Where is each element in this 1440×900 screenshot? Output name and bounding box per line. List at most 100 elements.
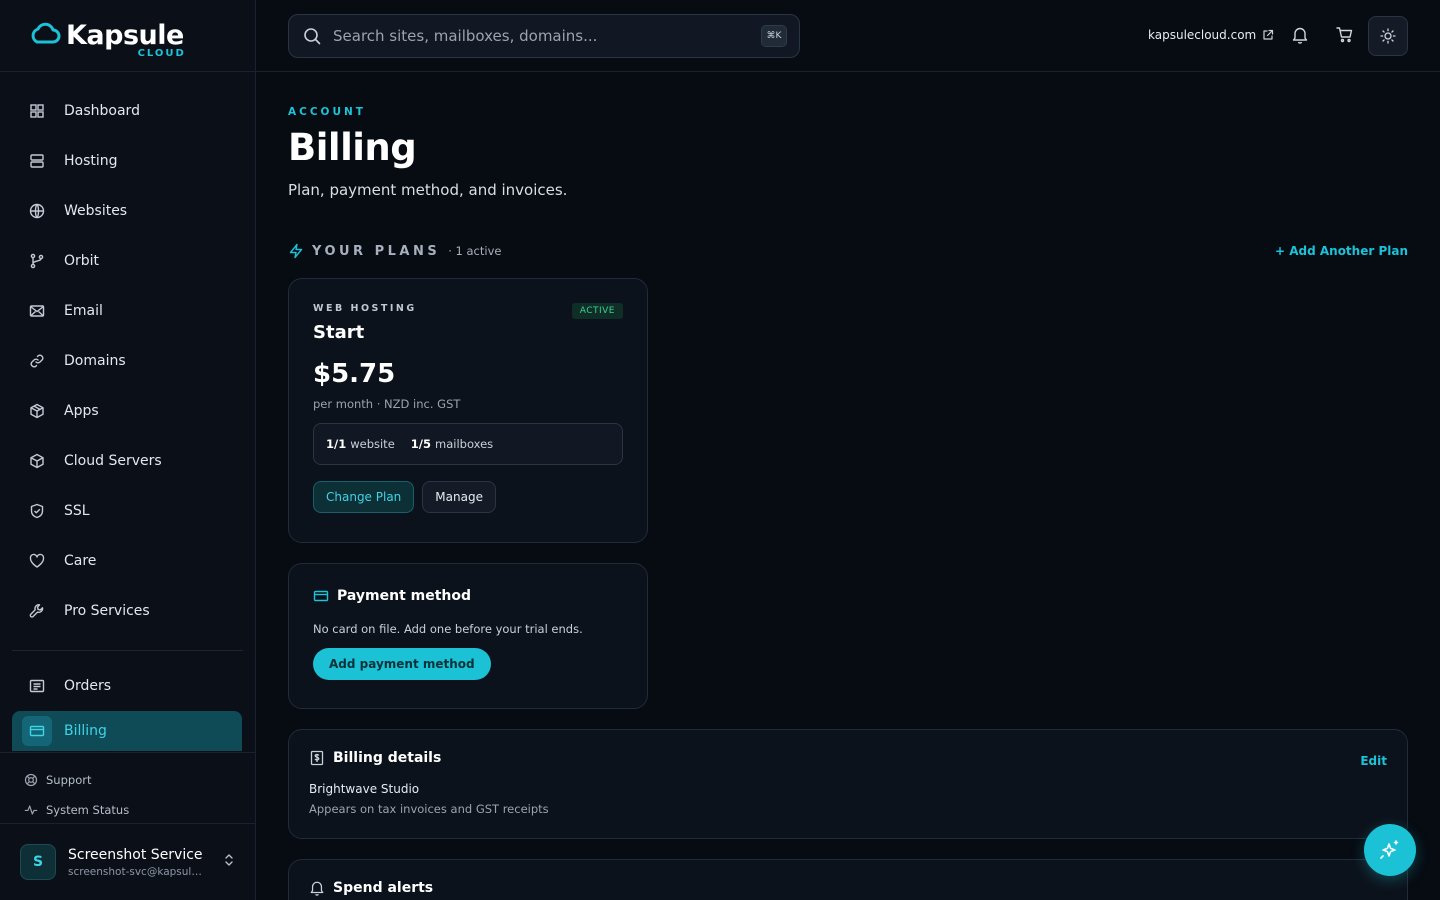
payment-method-title: Payment method <box>337 588 472 604</box>
grid-icon <box>28 102 46 120</box>
support-label: Support <box>46 773 92 787</box>
plans-title: YOUR PLANS <box>312 243 441 259</box>
usage-mailboxes-label: mailboxes <box>435 437 494 451</box>
avatar: S <box>20 844 56 880</box>
user-email: screenshot-svc@kapsulecl... <box>68 865 208 878</box>
sidebar-item-ssl[interactable]: SSL <box>0 486 255 536</box>
sidebar-item-pro-services[interactable]: Pro Services <box>0 586 255 636</box>
page-subtitle: Plan, payment method, and invoices. <box>288 181 568 199</box>
billing-details-header: Billing details <box>309 750 1387 766</box>
search-icon <box>303 27 321 45</box>
user-name: Screenshot Service <box>68 846 203 863</box>
page-eyebrow: ACCOUNT <box>288 106 366 118</box>
plan-usage: 1/1 website 1/5 mailboxes <box>313 423 623 465</box>
credit-card-icon <box>22 716 52 746</box>
package-icon <box>28 402 46 420</box>
sidebar-item-label: Care <box>64 553 97 569</box>
git-branch-icon <box>28 252 46 270</box>
sun-icon <box>1380 28 1396 44</box>
cart-icon[interactable] <box>1336 26 1353 43</box>
company-name: Brightwave Studio <box>309 782 420 796</box>
sidebar-item-orders[interactable]: Orders <box>0 661 255 711</box>
brand-logo[interactable]: Kapsule CLOUD <box>0 0 255 72</box>
sidebar-item-label: Orders <box>64 678 112 694</box>
sidebar-item-label: Billing <box>64 723 107 739</box>
plan-card: WEB HOSTING ACTIVE Start $5.75 per month… <box>288 278 648 543</box>
credit-card-icon <box>313 588 329 604</box>
spend-alerts-card: Spend alerts <box>288 859 1408 900</box>
payment-note: No card on file. Add one before your tri… <box>313 622 583 636</box>
sidebar-item-domains[interactable]: Domains <box>0 336 255 386</box>
sidebar-item-label: Email <box>64 303 103 319</box>
shield-icon <box>28 502 46 520</box>
brand-name: Kapsule CLOUD <box>66 20 186 59</box>
search-input[interactable] <box>333 27 761 45</box>
support-link[interactable]: Support <box>0 765 255 795</box>
sidebar-item-label: Hosting <box>64 153 118 169</box>
plans-count: · 1 active <box>448 244 502 258</box>
user-info: Screenshot Service screenshot-svc@kapsul… <box>68 847 208 878</box>
sidebar-item-dashboard[interactable]: Dashboard <box>0 86 255 136</box>
bell-icon <box>309 880 325 896</box>
heart-icon <box>28 552 46 570</box>
sidebar-divider <box>12 650 243 651</box>
plan-name: Start <box>313 322 365 343</box>
theme-toggle-button[interactable] <box>1368 16 1408 56</box>
lightning-icon <box>288 243 304 259</box>
spend-alerts-header: Spend alerts <box>309 880 1387 896</box>
mail-icon <box>28 302 46 320</box>
sidebar-item-label: Orbit <box>64 253 100 269</box>
sidebar-item-cloud-servers[interactable]: Cloud Servers <box>0 436 255 486</box>
manage-button[interactable]: Manage <box>422 481 496 513</box>
main-nav: Dashboard Hosting Websites Orbit Email D… <box>0 72 255 751</box>
sidebar-footer-links: Support System Status <box>0 752 255 825</box>
system-status-link[interactable]: System Status <box>0 795 255 825</box>
add-payment-method-button[interactable]: Add payment method <box>313 648 491 680</box>
payment-method-header: Payment method <box>313 588 623 604</box>
payment-method-card: Payment method No card on file. Add one … <box>288 563 648 709</box>
cloud-logo-icon <box>28 22 62 50</box>
sidebar-item-label: Domains <box>64 353 126 369</box>
site-link-label: kapsulecloud.com <box>1148 28 1257 42</box>
site-link[interactable]: kapsulecloud.com <box>1148 28 1274 42</box>
change-plan-button[interactable]: Change Plan <box>313 481 415 513</box>
sidebar-item-label: Apps <box>64 403 99 419</box>
brand-sub: CLOUD <box>137 48 186 59</box>
sidebar-item-orbit[interactable]: Orbit <box>0 236 255 286</box>
activity-icon <box>24 803 38 817</box>
external-link-icon <box>1262 29 1274 41</box>
shortcut-hint: ⌘K <box>761 25 787 47</box>
chevron-up-down-icon <box>223 852 235 872</box>
wrench-icon <box>28 602 46 620</box>
lifebuoy-icon <box>24 773 38 787</box>
sidebar-item-hosting[interactable]: Hosting <box>0 136 255 186</box>
sidebar-item-label: Websites <box>64 203 128 219</box>
sidebar-item-apps[interactable]: Apps <box>0 386 255 436</box>
sidebar-item-label: Dashboard <box>64 103 140 119</box>
usage-mailboxes-value: 1/5 <box>410 437 431 451</box>
globe-icon <box>28 202 46 220</box>
sidebar-item-label: SSL <box>64 503 90 519</box>
sidebar-item-care[interactable]: Care <box>0 536 255 586</box>
billing-details-title: Billing details <box>333 750 442 766</box>
plan-period: per month · NZD inc. GST <box>313 397 461 411</box>
receipt-icon <box>28 677 46 695</box>
company-note: Appears on tax invoices and GST receipts <box>309 802 549 816</box>
sidebar-item-websites[interactable]: Websites <box>0 186 255 236</box>
add-plan-link[interactable]: + Add Another Plan <box>1275 244 1408 258</box>
ai-assistant-button[interactable] <box>1364 824 1416 876</box>
main-content: ACCOUNT Billing Plan, payment method, an… <box>288 72 1408 900</box>
bell-icon[interactable] <box>1292 26 1308 44</box>
sidebar-item-label: Cloud Servers <box>64 453 162 469</box>
sidebar-item-email[interactable]: Email <box>0 286 255 336</box>
sidebar-item-billing[interactable]: Billing <box>12 711 242 751</box>
link-icon <box>28 352 46 370</box>
cube-icon <box>28 452 46 470</box>
page-title: Billing <box>288 126 417 169</box>
edit-billing-details-link[interactable]: Edit <box>1360 754 1387 768</box>
plans-header: YOUR PLANS · 1 active + Add Another Plan <box>288 242 1408 260</box>
status-badge: ACTIVE <box>571 303 623 319</box>
billing-details-card: Billing details Edit Brightwave Studio A… <box>288 729 1408 839</box>
user-menu[interactable]: S Screenshot Service screenshot-svc@kaps… <box>0 823 255 900</box>
search-box[interactable]: ⌘K <box>288 14 800 58</box>
